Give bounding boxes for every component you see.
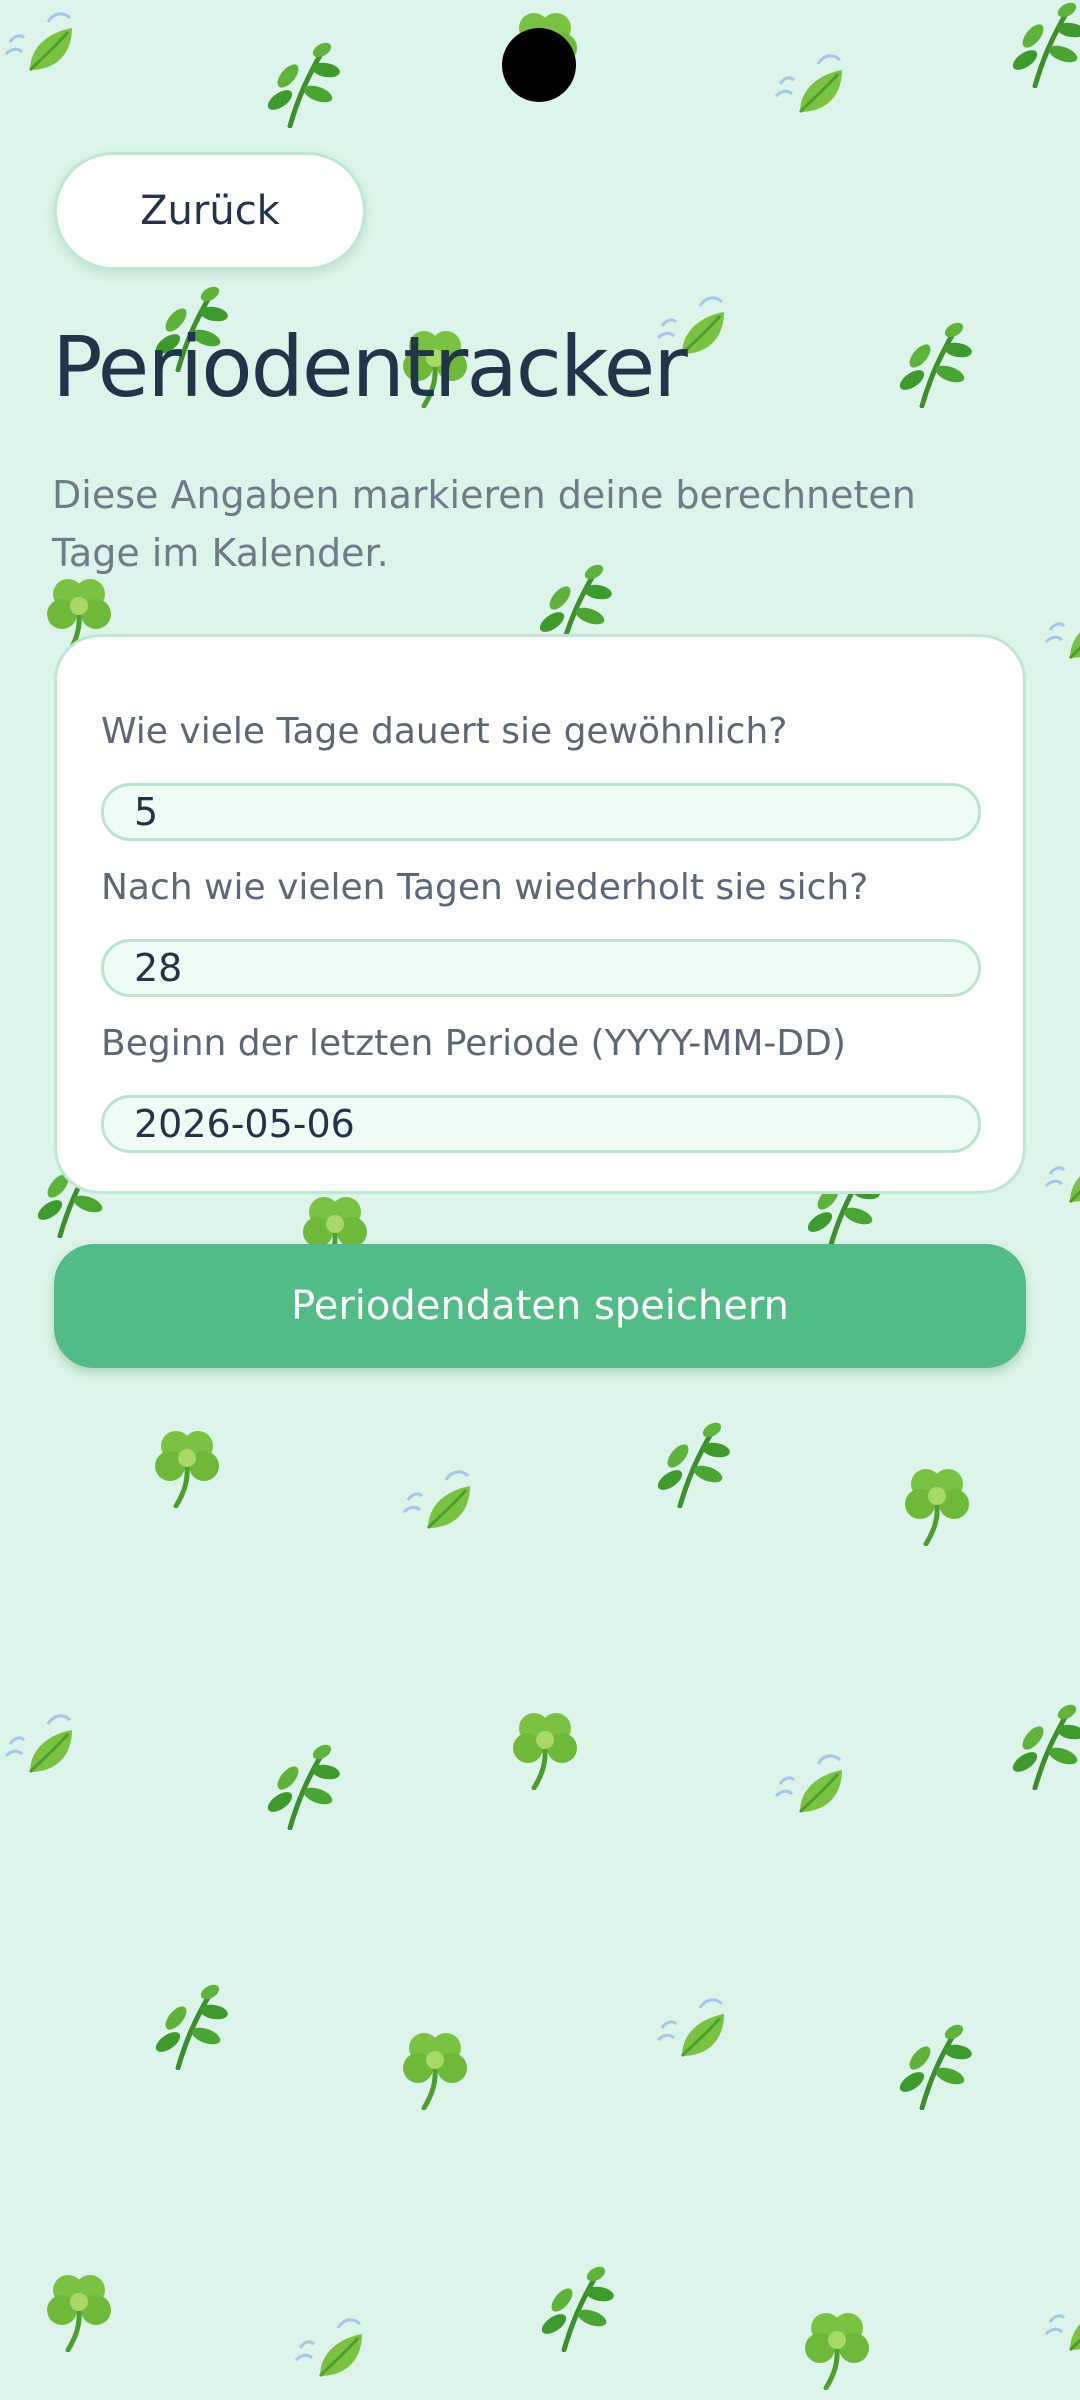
duration-input[interactable] xyxy=(101,783,981,841)
page-subtitle: Diese Angaben markieren deine berechnete… xyxy=(52,473,916,575)
duration-label: Wie viele Tage dauert sie gewöhnlich? xyxy=(101,711,788,752)
save-period-button[interactable]: Periodendaten speichern xyxy=(54,1244,1026,1368)
camera-cutout xyxy=(502,28,576,102)
last-period-start-input[interactable] xyxy=(101,1095,981,1153)
last-period-start-label: Beginn der letzten Periode (YYYY-MM-DD) xyxy=(101,1023,846,1064)
cycle-label: Nach wie vielen Tagen wiederholt sie sic… xyxy=(101,867,869,908)
period-tracker-screen: Zurück Periodentracker Diese Angaben mar… xyxy=(0,0,1080,2400)
page-title: Periodentracker xyxy=(52,318,688,416)
cycle-input[interactable] xyxy=(101,939,981,997)
back-button[interactable]: Zurück xyxy=(54,152,366,270)
period-form-card: Wie viele Tage dauert sie gewöhnlich? Na… xyxy=(54,634,1026,1194)
